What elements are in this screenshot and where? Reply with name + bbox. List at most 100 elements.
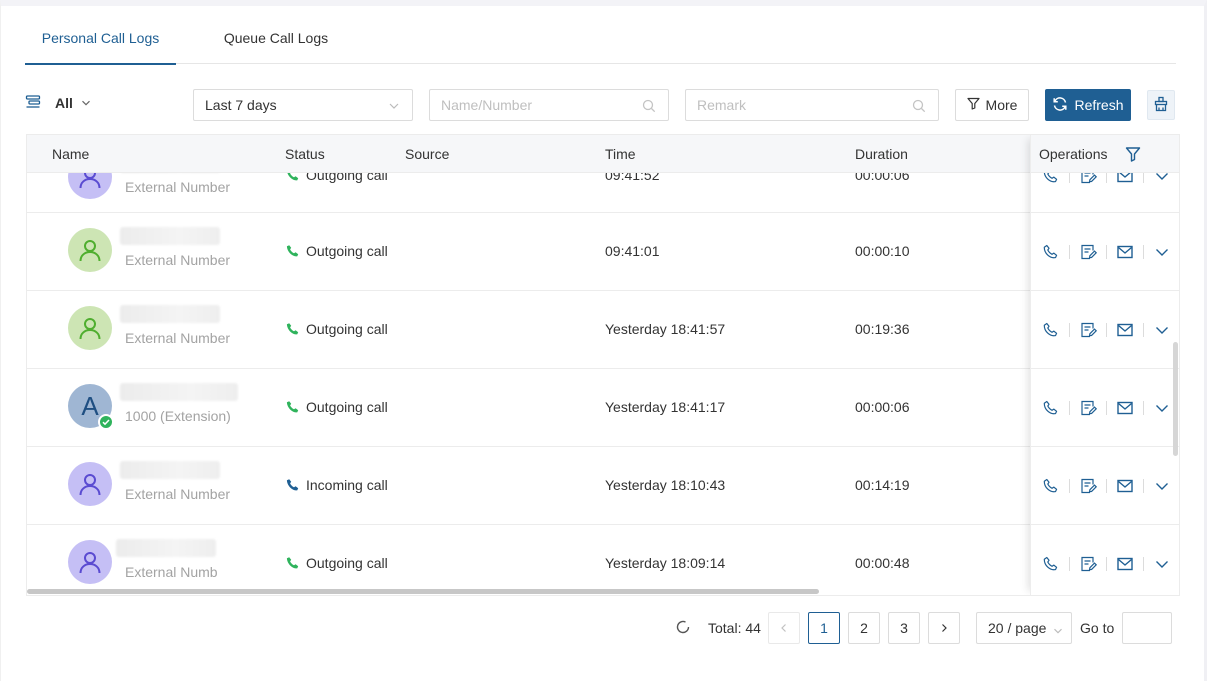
chevron-down-icon[interactable] — [1150, 552, 1174, 576]
call-logs-table: Name Status Source Time Duration Operati… — [26, 134, 1180, 596]
contact-subtitle: External Number — [125, 179, 231, 195]
table-row[interactable]: A 1000 (Extension) Outgoing call Yesterd… — [27, 369, 1179, 447]
table-row[interactable]: External Number Incoming call Yesterday … — [27, 447, 1179, 525]
phone-outgoing-icon — [287, 173, 299, 181]
call-status-label: Outgoing call — [306, 399, 388, 415]
edit-note-icon[interactable] — [1076, 396, 1100, 420]
tab-personal-call-logs[interactable]: Personal Call Logs — [25, 12, 176, 65]
chevron-down-icon[interactable] — [1150, 240, 1174, 264]
page-size-select[interactable]: 20 / page — [976, 612, 1072, 644]
call-status-label: Outgoing call — [306, 321, 388, 337]
avatar-letter: A — [81, 390, 99, 421]
call-time: Yesterday 18:09:14 — [605, 555, 726, 571]
chevron-down-icon — [81, 95, 91, 111]
call-icon[interactable] — [1039, 474, 1063, 498]
divider — [1069, 557, 1070, 571]
horizontal-scrollbar[interactable] — [27, 589, 819, 594]
remark-search-input[interactable]: Remark — [685, 89, 939, 121]
divider — [1143, 173, 1144, 183]
divider — [1106, 323, 1107, 337]
mail-icon[interactable] — [1113, 173, 1137, 188]
call-status: Outgoing call — [286, 173, 388, 183]
contact-subtitle: 1000 (Extension) — [125, 408, 231, 424]
mail-icon[interactable] — [1113, 552, 1137, 576]
call-icon[interactable] — [1039, 240, 1063, 264]
page-1-button[interactable]: 1 — [808, 612, 840, 644]
mail-icon[interactable] — [1113, 240, 1137, 264]
call-logs-page: Personal Call Logs Queue Call Logs All L… — [0, 0, 1207, 681]
call-icon[interactable] — [1039, 396, 1063, 420]
refresh-button[interactable]: Refresh — [1045, 89, 1131, 121]
table-row[interactable]: External Number Outgoing call 09:41:52 0… — [27, 173, 1179, 213]
all-filter-dropdown[interactable]: All — [25, 88, 91, 118]
call-duration: 00:00:06 — [855, 399, 910, 415]
chevron-down-icon[interactable] — [1150, 396, 1174, 420]
edit-note-icon[interactable] — [1076, 474, 1100, 498]
call-icon[interactable] — [1039, 552, 1063, 576]
contact-subtitle: External Number — [125, 252, 231, 268]
row-operations — [1039, 552, 1174, 576]
row-operations — [1039, 240, 1174, 264]
row-operations — [1039, 318, 1174, 342]
page-size-value: 20 / page — [988, 620, 1047, 636]
call-icon[interactable] — [1039, 173, 1063, 188]
edit-note-icon[interactable] — [1076, 318, 1100, 342]
divider — [1069, 479, 1070, 493]
divider — [1106, 557, 1107, 571]
goto-page-input[interactable] — [1122, 612, 1172, 644]
avatar — [68, 540, 112, 584]
call-duration: 00:19:36 — [855, 321, 910, 337]
name-number-placeholder: Name/Number — [441, 97, 533, 113]
edit-note-icon[interactable] — [1076, 240, 1100, 264]
pagination: Total: 44 1 2 3 20 / page Go to — [1, 612, 1207, 644]
page-3-button[interactable]: 3 — [888, 612, 920, 644]
broom-icon — [1153, 96, 1169, 115]
call-icon[interactable] — [1039, 318, 1063, 342]
chevron-down-icon[interactable] — [1150, 474, 1174, 498]
call-duration: 00:00:06 — [855, 173, 910, 183]
chevron-down-icon[interactable] — [1150, 173, 1174, 188]
name-number-search-input[interactable]: Name/Number — [429, 89, 669, 121]
clear-broom-button[interactable] — [1147, 90, 1175, 120]
search-icon[interactable] — [912, 99, 926, 116]
more-filters-button[interactable]: More — [955, 89, 1029, 121]
more-label: More — [985, 97, 1018, 113]
prev-page-button[interactable] — [768, 612, 800, 644]
edit-note-icon[interactable] — [1076, 552, 1100, 576]
call-time: 09:41:52 — [605, 173, 660, 183]
divider — [1143, 245, 1144, 259]
page-2-button[interactable]: 2 — [848, 612, 880, 644]
vertical-scrollbar[interactable] — [1173, 342, 1178, 456]
chevron-down-icon[interactable] — [1150, 318, 1174, 342]
mail-icon[interactable] — [1113, 318, 1137, 342]
divider — [1106, 401, 1107, 415]
date-range-select[interactable]: Last 7 days — [193, 89, 413, 121]
column-header-operations: Operations — [1039, 146, 1108, 162]
row-operations — [1039, 173, 1174, 188]
column-header-time: Time — [605, 146, 636, 162]
edit-note-icon[interactable] — [1076, 173, 1100, 188]
call-status: Outgoing call — [286, 399, 388, 415]
mail-icon[interactable] — [1113, 474, 1137, 498]
table-row[interactable]: External Numb Outgoing call Yesterday 18… — [27, 525, 1179, 595]
column-filter-icon[interactable] — [1125, 146, 1141, 162]
contact-name-redacted — [120, 383, 238, 401]
next-page-button[interactable] — [928, 612, 960, 644]
mail-icon[interactable] — [1113, 396, 1137, 420]
table-row[interactable]: External Number Outgoing call Yesterday … — [27, 291, 1179, 369]
table-row[interactable]: External Number Outgoing call 09:41:01 0… — [27, 213, 1179, 291]
call-status: Outgoing call — [286, 555, 388, 571]
search-icon[interactable] — [642, 99, 656, 116]
tab-queue-call-logs[interactable]: Queue Call Logs — [206, 12, 346, 64]
chevron-down-icon — [388, 99, 400, 115]
contact-name-redacted — [120, 227, 220, 245]
chevron-right-icon — [942, 624, 947, 632]
call-status-label: Incoming call — [306, 477, 388, 493]
divider — [1106, 245, 1107, 259]
chevron-left-icon — [781, 624, 786, 632]
total-count: Total: 44 — [708, 620, 761, 636]
refresh-icon — [1052, 96, 1068, 115]
person-icon — [79, 240, 101, 262]
call-status-label: Outgoing call — [306, 243, 388, 259]
contact-name-redacted — [120, 305, 220, 323]
